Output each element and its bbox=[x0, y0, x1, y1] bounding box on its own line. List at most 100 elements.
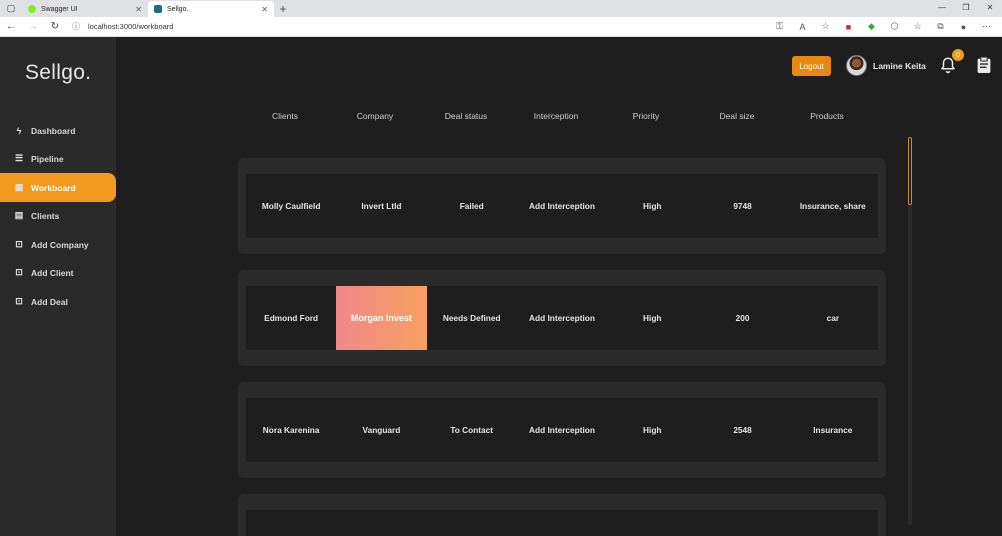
cell-company[interactable]: Vanguard bbox=[336, 398, 426, 462]
read-aloud-icon[interactable]: A bbox=[791, 22, 814, 32]
deal-card: Molly Caulfield Invert Ltld Failed Add I… bbox=[238, 158, 886, 254]
browser-tab-swagger[interactable]: Swagger UI ✕ bbox=[22, 1, 148, 17]
cell-deal-status: To Contact bbox=[450, 425, 494, 435]
add-deal-icon: ⊡ bbox=[15, 296, 23, 306]
sidebar-item-pipeline[interactable]: ☰ Pipeline bbox=[0, 144, 116, 173]
user-name[interactable]: Lamine Keita bbox=[873, 61, 926, 71]
sidebar-item-label: Add Client bbox=[31, 267, 74, 278]
new-tab-button[interactable]: + bbox=[274, 1, 292, 17]
browser-tab-strip: ▢ Swagger UI ✕ Sellgo. ✕ + — ❐ ✕ bbox=[0, 0, 1002, 17]
cell-company-hovered[interactable]: Morgan Invest bbox=[336, 286, 427, 350]
cell-company[interactable]: Invert Ltld bbox=[336, 174, 426, 238]
sidebar: Sellgo. ϟ Dashboard ☰ Pipeline ▦ Workboa… bbox=[0, 37, 116, 536]
column-header-priority: Priority bbox=[632, 111, 660, 121]
cell-deal-size: 9748 bbox=[733, 201, 752, 211]
tab-title: Sellgo. bbox=[167, 5, 189, 13]
cell-products: car bbox=[826, 313, 840, 323]
column-header-products: Products bbox=[810, 111, 844, 121]
site-info-icon[interactable]: ⓘ bbox=[72, 21, 80, 32]
cell-products: Insurance, share bbox=[799, 201, 866, 211]
cell-deal-size: 200 bbox=[735, 313, 750, 323]
url-field[interactable]: ⓘ localhost:3000/workboard bbox=[72, 21, 768, 32]
cell-interception[interactable]: Add Interception bbox=[517, 398, 607, 462]
cell-client: Nora Karenina bbox=[262, 425, 320, 435]
sidebar-item-add-client[interactable]: ⊡ Add Client bbox=[0, 258, 116, 287]
table-header: Clients Company Deal status Interception… bbox=[240, 111, 904, 123]
table-row[interactable]: Molly Caulfield Invert Ltld Failed Add I… bbox=[246, 174, 878, 238]
close-tab-icon[interactable]: ✕ bbox=[135, 5, 142, 14]
url-text: localhost:3000/workboard bbox=[88, 22, 174, 31]
cell-client: Molly Caulfield bbox=[261, 201, 321, 211]
sidebar-item-label: Dashboard bbox=[31, 125, 76, 136]
close-window-icon[interactable]: ✕ bbox=[978, 0, 1002, 17]
bolt-icon: ϟ bbox=[16, 125, 22, 136]
cell-priority: High bbox=[643, 425, 662, 435]
column-header-clients: Clients bbox=[272, 111, 298, 121]
notification-badge: 0 bbox=[952, 49, 964, 61]
deal-card bbox=[238, 494, 886, 536]
column-header-interception: Interception bbox=[533, 111, 579, 121]
grid-icon: ▦ bbox=[14, 182, 24, 192]
cell-deal-status: Needs Defined bbox=[442, 313, 501, 323]
swagger-favicon-icon bbox=[28, 5, 36, 13]
favorites-icon[interactable]: ☆ bbox=[906, 21, 929, 32]
close-tab-icon[interactable]: ✕ bbox=[261, 5, 268, 14]
tab-title: Swagger UI bbox=[41, 5, 78, 13]
sidebar-item-label: Pipeline bbox=[31, 153, 64, 164]
app-root: Sellgo. ϟ Dashboard ☰ Pipeline ▦ Workboa… bbox=[0, 37, 1002, 536]
extensions-icon[interactable]: ⬡ bbox=[883, 21, 906, 32]
workboard-main: Logout Lamine Keita 0 Clients Company De… bbox=[116, 37, 1002, 536]
clipboard-icon[interactable] bbox=[976, 56, 992, 74]
avatar[interactable] bbox=[846, 55, 867, 76]
sidebar-item-label: Clients bbox=[31, 210, 60, 221]
list-icon: ☰ bbox=[14, 153, 24, 163]
window-controls: — ❐ ✕ bbox=[930, 0, 1002, 17]
deal-card: Edmond Ford Morgan Invest Needs Defined … bbox=[238, 270, 886, 366]
scrollbar-thumb[interactable] bbox=[908, 137, 912, 205]
table-row[interactable]: Edmond Ford Morgan Invest Needs Defined … bbox=[246, 286, 878, 350]
sidebar-item-label: Add Company bbox=[31, 239, 89, 250]
table-row[interactable]: Nora Karenina Vanguard To Contact Add In… bbox=[246, 398, 878, 462]
cell-products: Insurance bbox=[813, 425, 853, 435]
cell-interception[interactable]: Add Interception bbox=[517, 286, 607, 350]
column-header-deal-size: Deal size bbox=[719, 111, 755, 121]
deal-card: Nora Karenina Vanguard To Contact Add In… bbox=[238, 382, 886, 478]
cell-client: Edmond Ford bbox=[264, 313, 319, 323]
app-logo: Sellgo. bbox=[25, 61, 92, 84]
forward-icon[interactable]: → bbox=[22, 21, 44, 32]
sidebar-item-label: Add Deal bbox=[31, 296, 68, 307]
sidebar-item-workboard[interactable]: ▦ Workboard bbox=[0, 173, 116, 202]
tab-actions-icon[interactable]: ▢ bbox=[0, 0, 22, 17]
cell-deal-size: 2548 bbox=[733, 425, 752, 435]
browser-tab-sellgo[interactable]: Sellgo. ✕ bbox=[148, 1, 274, 17]
more-icon[interactable]: ⋯ bbox=[975, 21, 998, 32]
profile-icon[interactable]: ● bbox=[952, 22, 975, 32]
table-row[interactable] bbox=[246, 510, 878, 536]
column-header-company: Company bbox=[356, 111, 394, 121]
logout-button[interactable]: Logout bbox=[792, 56, 831, 76]
sidebar-item-add-deal[interactable]: ⊡ Add Deal bbox=[0, 287, 116, 316]
collections-icon[interactable]: ⧉ bbox=[929, 21, 952, 32]
key-icon[interactable]: ⚿ bbox=[768, 21, 791, 32]
cell-deal-status: Failed bbox=[459, 201, 484, 211]
address-bar: ← → ↻ ⓘ localhost:3000/workboard ⚿ A ☆ ■… bbox=[0, 17, 1002, 37]
column-header-deal-status: Deal status bbox=[444, 111, 488, 121]
reload-icon[interactable]: ↻ bbox=[44, 21, 66, 32]
sidebar-item-clients[interactable]: ▤ Clients bbox=[0, 201, 116, 230]
sidebar-item-label: Workboard bbox=[31, 182, 76, 193]
cell-interception[interactable]: Add Interception bbox=[517, 174, 607, 238]
cell-priority: High bbox=[643, 201, 662, 211]
cell-priority: High bbox=[643, 313, 662, 323]
restore-icon[interactable]: ❐ bbox=[954, 0, 978, 17]
sidebar-item-add-company[interactable]: ⊡ Add Company bbox=[0, 230, 116, 259]
extension-red-icon[interactable]: ■ bbox=[837, 22, 860, 32]
sidebar-item-dashboard[interactable]: ϟ Dashboard bbox=[0, 116, 116, 145]
add-company-icon: ⊡ bbox=[15, 239, 23, 249]
sellgo-favicon-icon bbox=[154, 5, 162, 13]
minimize-icon[interactable]: — bbox=[930, 0, 954, 17]
back-icon[interactable]: ← bbox=[0, 21, 22, 32]
favorite-add-icon[interactable]: ☆ bbox=[814, 21, 837, 32]
add-client-icon: ⊡ bbox=[15, 267, 23, 277]
extension-green-icon[interactable]: ◆ bbox=[860, 21, 883, 32]
browser-toolbar: ⚿ A ☆ ■ ◆ ⬡ ☆ ⧉ ● ⋯ bbox=[768, 21, 998, 32]
